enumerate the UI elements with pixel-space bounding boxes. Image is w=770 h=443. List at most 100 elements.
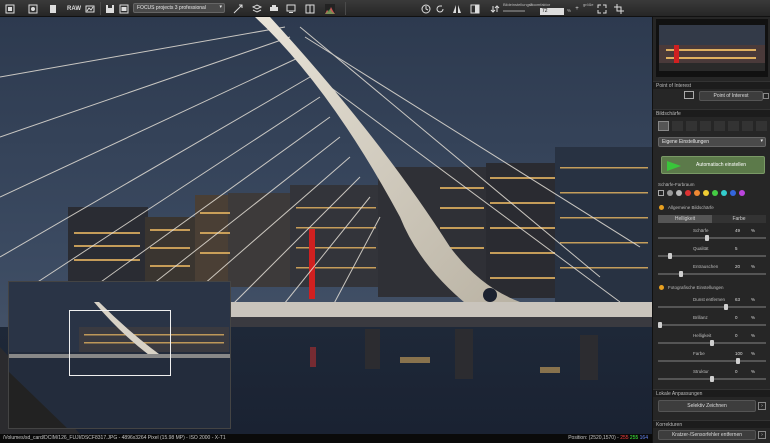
- camera-icon[interactable]: [27, 3, 39, 14]
- color-blue-swatch[interactable]: [730, 190, 736, 196]
- slider-value[interactable]: 20: [735, 264, 740, 269]
- slider-value[interactable]: 0: [735, 333, 738, 338]
- slider-knob[interactable]: [704, 235, 709, 241]
- slider-knob[interactable]: [668, 253, 673, 259]
- slider-track[interactable]: [658, 376, 766, 382]
- color-white-swatch[interactable]: [676, 190, 682, 196]
- preset-settings-icon[interactable]: [232, 3, 244, 14]
- split-view-icon[interactable]: [469, 3, 481, 14]
- slider-value[interactable]: 5: [735, 246, 738, 251]
- color-red-swatch[interactable]: [685, 190, 691, 196]
- slider-track[interactable]: [658, 322, 766, 328]
- display-icon[interactable]: [285, 3, 297, 14]
- slider-unit: %: [751, 333, 756, 338]
- slider-track[interactable]: [658, 253, 766, 259]
- color-green-swatch[interactable]: [712, 190, 718, 196]
- navigator-viewport-frame[interactable]: [69, 310, 171, 376]
- slider-value[interactable]: 100: [735, 351, 743, 356]
- redo-icon[interactable]: [434, 3, 446, 14]
- slider-track[interactable]: [658, 304, 766, 310]
- image-canvas[interactable]: [0, 17, 652, 434]
- size-label: größe: [583, 2, 594, 7]
- slider-knob[interactable]: [658, 322, 662, 328]
- transfer-icon[interactable]: [490, 3, 500, 14]
- slider-track[interactable]: [658, 235, 766, 241]
- color-space-label: Schärfe-Farbraum: [658, 182, 695, 187]
- document-icon[interactable]: [47, 3, 59, 14]
- mode-building-icon[interactable]: [728, 121, 739, 131]
- slider-label: Helligkeit: [693, 333, 712, 338]
- expand-icon[interactable]: ›: [758, 431, 766, 439]
- stack-icon[interactable]: [251, 3, 263, 14]
- slider-knob[interactable]: [710, 340, 714, 346]
- slider-knob[interactable]: [678, 271, 683, 277]
- mode-portrait-icon[interactable]: [714, 121, 725, 131]
- history-icon[interactable]: [420, 3, 432, 14]
- photo-settings-toggle[interactable]: [659, 285, 664, 290]
- slider-track[interactable]: [658, 271, 766, 277]
- color-cyan-swatch[interactable]: [721, 190, 727, 196]
- fit-screen-icon[interactable]: [596, 3, 608, 14]
- slider-knob[interactable]: [736, 358, 740, 364]
- slider-track[interactable]: [658, 340, 766, 346]
- sharpness-preset-select[interactable]: Eigene Einstellungen ▾: [658, 137, 766, 147]
- general-sharpness-label: Allgemeine Bildschärfe: [668, 205, 714, 210]
- mode-texture-icon[interactable]: [756, 121, 767, 131]
- slider-value[interactable]: 0: [735, 315, 738, 320]
- slider-unit: %: [751, 351, 756, 356]
- color-gray-swatch[interactable]: [667, 190, 673, 196]
- mode-standard-icon[interactable]: [658, 121, 669, 131]
- histogram-icon[interactable]: [323, 3, 337, 14]
- sensor-defect-button[interactable]: Kratzer-/Sensorfehler entfernen: [658, 430, 756, 440]
- auto-adjust-button[interactable]: Automatisch einstellen: [661, 156, 765, 174]
- poi-option-icon[interactable]: [763, 93, 769, 99]
- status-bar: /Volumes/sd_card/DCIM/126_FUJI/DSCF8317.…: [0, 434, 652, 443]
- slider-value[interactable]: 49: [735, 228, 740, 233]
- expand-icon[interactable]: ›: [758, 402, 766, 410]
- slider-knob[interactable]: [710, 376, 714, 382]
- local-adjustments-header: Lokale Anpassungen: [653, 389, 770, 397]
- zoom-in-icon[interactable]: +: [573, 3, 581, 14]
- panel-navigator[interactable]: [656, 19, 768, 77]
- raw-button[interactable]: RAW: [66, 3, 82, 14]
- poi-button[interactable]: Point of Interest: [699, 91, 763, 101]
- mode-camera-icon[interactable]: [672, 121, 683, 131]
- compare-icon[interactable]: [304, 3, 316, 14]
- zoom-input[interactable]: 72: [540, 8, 564, 15]
- slider-unit: %: [751, 228, 756, 233]
- color-yellow-swatch[interactable]: [703, 190, 709, 196]
- tab-brightness[interactable]: Helligkeit: [658, 215, 712, 223]
- color-all-icon[interactable]: [658, 190, 664, 196]
- zoom-slider-label: Bildeinstellungen: [503, 2, 534, 7]
- slider-label: Entrauschen: [693, 264, 719, 269]
- slider-value[interactable]: 63: [735, 297, 740, 302]
- photo-settings-label: Fotografische Einstellungen: [668, 285, 724, 290]
- image-settings-icon[interactable]: [84, 3, 96, 14]
- export-icon[interactable]: [118, 3, 130, 14]
- tab-color[interactable]: Farbe: [712, 215, 766, 223]
- selective-draw-button[interactable]: Selektiv Zeichnen: [658, 400, 756, 412]
- open-file-icon[interactable]: [4, 3, 16, 14]
- color-orange-swatch[interactable]: [694, 190, 700, 196]
- flip-icon[interactable]: [451, 3, 463, 14]
- zoom-unit: %: [567, 8, 572, 13]
- print-icon[interactable]: [268, 3, 280, 14]
- zoom-slider[interactable]: [503, 10, 525, 12]
- slider-unit: %: [751, 264, 756, 269]
- navigator-preview[interactable]: [8, 281, 231, 429]
- poi-icon[interactable]: [684, 91, 694, 99]
- crop-icon[interactable]: [613, 3, 625, 14]
- slider-value[interactable]: 0: [735, 369, 738, 374]
- mode-flower-icon[interactable]: [700, 121, 711, 131]
- poi-header: Point of Interest: [653, 81, 770, 89]
- slider-unit: %: [751, 369, 756, 374]
- slider-track[interactable]: [658, 358, 766, 364]
- preset-select[interactable]: FOCUS projects 3 professional ▾: [133, 3, 225, 13]
- general-sharpness-toggle[interactable]: [659, 205, 664, 210]
- slider-unit: %: [751, 315, 756, 320]
- slider-knob[interactable]: [723, 304, 728, 310]
- color-magenta-swatch[interactable]: [739, 190, 745, 196]
- save-icon[interactable]: [104, 3, 116, 14]
- mode-wave-icon[interactable]: [686, 121, 697, 131]
- mode-mountain-icon[interactable]: [742, 121, 753, 131]
